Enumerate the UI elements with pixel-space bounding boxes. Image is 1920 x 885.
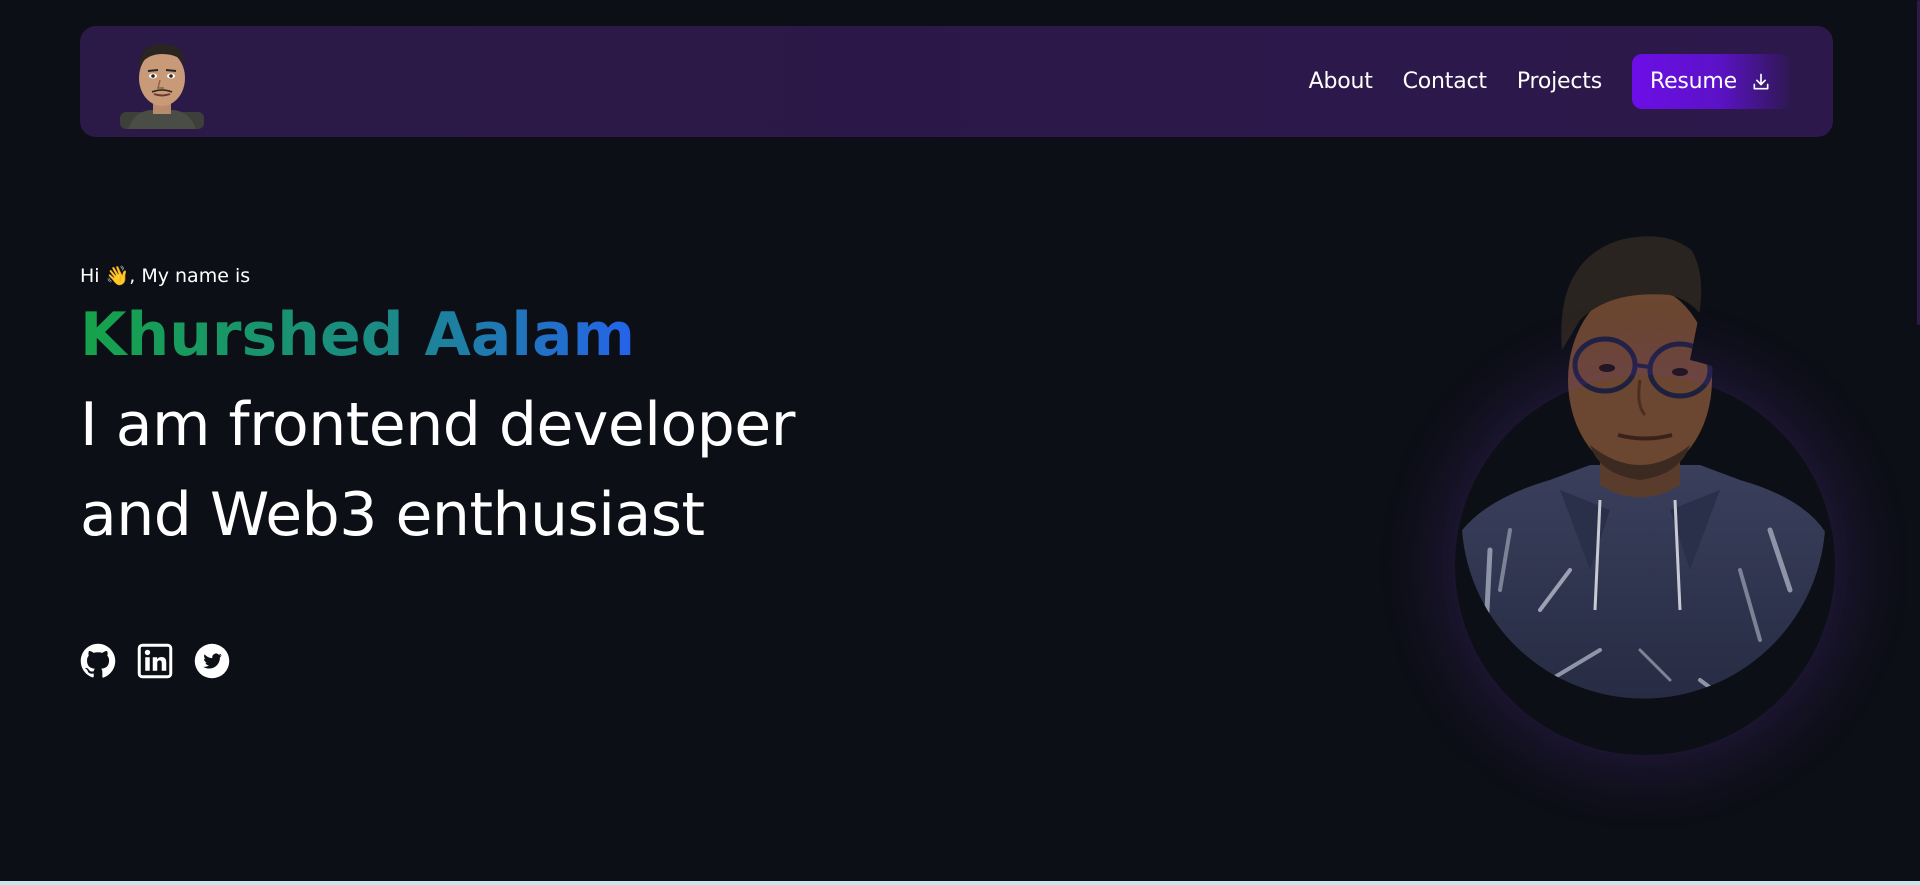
section-divider bbox=[0, 881, 1920, 885]
download-icon bbox=[1753, 73, 1769, 89]
twitter-icon[interactable] bbox=[194, 643, 230, 679]
nav-avatar[interactable] bbox=[120, 34, 204, 129]
nav-link-projects[interactable]: Projects bbox=[1517, 69, 1602, 94]
linkedin-icon[interactable] bbox=[137, 643, 173, 679]
hero-greeting: Hi 👋, My name is bbox=[80, 265, 251, 287]
resume-button[interactable]: Resume bbox=[1631, 54, 1791, 109]
nav-link-about[interactable]: About bbox=[1309, 69, 1373, 94]
navbar: About Contact Projects Resume bbox=[80, 26, 1833, 137]
nav-links: About Contact Projects Resume bbox=[1309, 54, 1791, 109]
social-links bbox=[80, 643, 251, 679]
hero-tagline-line-1: I am frontend developer bbox=[80, 390, 795, 460]
page: About Contact Projects Resume Hi 👋, My n… bbox=[0, 0, 1920, 885]
hero-tagline-line-2: and Web3 enthusiast bbox=[80, 480, 705, 550]
github-icon[interactable] bbox=[80, 643, 116, 679]
hero-name: Khurshed Aalam bbox=[80, 300, 635, 370]
profile-photo bbox=[1440, 210, 1840, 745]
resume-button-label: Resume bbox=[1649, 69, 1737, 94]
nav-link-contact[interactable]: Contact bbox=[1403, 69, 1487, 94]
